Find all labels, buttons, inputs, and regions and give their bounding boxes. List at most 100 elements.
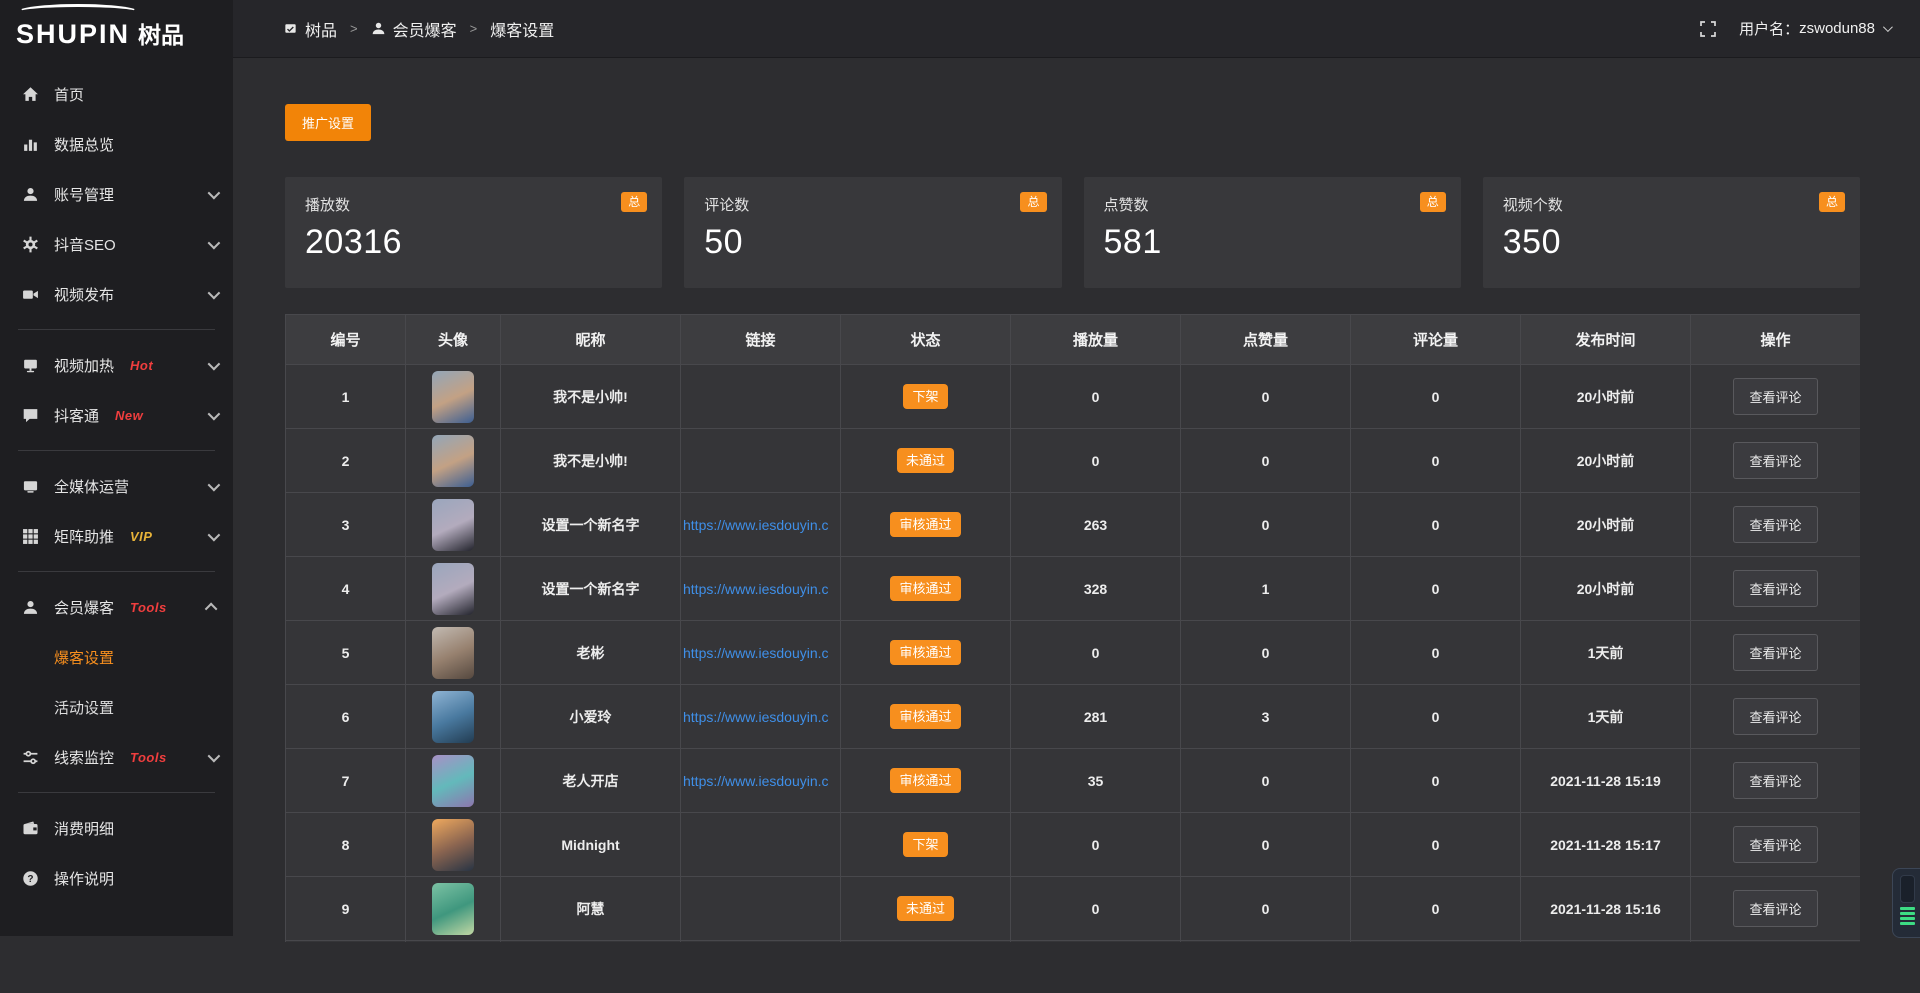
sidebar-menu: 首页数据总览账号管理抖音SEO视频发布视频加热Hot抖客通New 全媒体运营矩阵助…: [0, 63, 233, 903]
sidebar-item-2[interactable]: 账号管理: [0, 169, 233, 219]
sidebar-item-16[interactable]: ?操作说明: [0, 853, 233, 903]
time-cell: 20小时前: [1521, 429, 1691, 493]
accounts-table: 编号头像昵称链接状态播放量点赞量评论量发布时间操作 1我不是小帅!下架00020…: [285, 314, 1860, 942]
time-cell: 2021-11-28 15:16: [1521, 877, 1691, 941]
action-cell: [1691, 941, 1861, 943]
profile-link[interactable]: https://www.iesdouyin.c: [683, 517, 829, 533]
table-row: 3设置一个新名字https://www.iesdouyin.c审核通过26300…: [286, 493, 1861, 557]
sidebar-item-7[interactable]: 抖客通New: [0, 390, 233, 440]
sidebar-item-15[interactable]: 消费明细: [0, 803, 233, 853]
profile-link[interactable]: https://www.iesdouyin.c: [683, 773, 829, 789]
sidebar-item-12[interactable]: 会员爆客Tools: [0, 582, 233, 632]
avatar: [432, 563, 474, 615]
nickname-cell: 老人开店: [501, 749, 681, 813]
table-row: 1我不是小帅!下架00020小时前查看评论: [286, 365, 1861, 429]
plays-cell: 0: [1011, 429, 1181, 493]
sidebar-item-10[interactable]: 矩阵助推VIP: [0, 511, 233, 561]
row-id-cell: 8: [286, 813, 406, 877]
video-icon: [22, 286, 39, 303]
stat-label: 评论数: [704, 194, 1041, 215]
link-cell: https://www.iesdouyin.c: [681, 621, 841, 685]
profile-link[interactable]: https://www.iesdouyin.c: [683, 581, 829, 597]
view-comments-button[interactable]: 查看评论: [1733, 378, 1817, 415]
sidebar-subitem[interactable]: 爆客设置: [0, 632, 233, 682]
nickname-cell: 我不是小帅!: [501, 429, 681, 493]
chevron-up-icon: [205, 602, 218, 615]
fullscreen-icon[interactable]: [1699, 20, 1717, 38]
link-cell: [681, 877, 841, 941]
profile-link[interactable]: https://www.iesdouyin.c: [683, 645, 829, 661]
comments-cell: 0: [1351, 813, 1521, 877]
home-icon: [22, 86, 39, 103]
chevron-down-icon: [208, 528, 221, 541]
avatar: [432, 371, 474, 423]
view-comments-button[interactable]: 查看评论: [1733, 634, 1817, 671]
link-cell: https://www.iesdouyin.c: [681, 493, 841, 557]
chevron-down-icon: [208, 236, 221, 249]
status-cell: 审核通过: [841, 621, 1011, 685]
view-comments-button[interactable]: 查看评论: [1733, 570, 1817, 607]
nickname-cell: 小爱玲: [501, 685, 681, 749]
column-header: 播放量: [1011, 315, 1181, 365]
sidebar-item-label: 抖客通: [54, 405, 99, 426]
sidebar-item-4[interactable]: 视频发布: [0, 269, 233, 319]
widget-slot: [1900, 875, 1915, 903]
sidebar-item-6[interactable]: 视频加热Hot: [0, 340, 233, 390]
time-cell: 1天前: [1521, 621, 1691, 685]
floating-monitor-widget[interactable]: [1892, 868, 1920, 938]
sidebar-item-9[interactable]: 全媒体运营: [0, 461, 233, 511]
breadcrumb-label: 树品: [305, 17, 337, 41]
plays-cell: 0: [1011, 813, 1181, 877]
sliders-icon: [22, 749, 39, 766]
profile-link[interactable]: https://www.iesdouyin.c: [683, 709, 829, 725]
sidebar-item-label: 操作说明: [54, 868, 114, 889]
link-cell: https://www.iesdouyin.c: [681, 685, 841, 749]
total-badge: 总: [1020, 192, 1046, 212]
status-cell: 审核通过: [841, 749, 1011, 813]
stat-card-3: 视频个数350总: [1483, 177, 1860, 288]
app-logo[interactable]: SHUPIN 树品: [0, 0, 233, 63]
view-comments-button[interactable]: 查看评论: [1733, 698, 1817, 735]
plays-cell: 0: [1011, 877, 1181, 941]
view-comments-button[interactable]: 查看评论: [1733, 506, 1817, 543]
table-row: [286, 941, 1861, 943]
sidebar-item-3[interactable]: 抖音SEO: [0, 219, 233, 269]
table-row: 5老彬https://www.iesdouyin.c审核通过0001天前查看评论: [286, 621, 1861, 685]
link-cell: [681, 813, 841, 877]
column-header: 链接: [681, 315, 841, 365]
status-badge: 下架: [903, 384, 947, 409]
sidebar-item-1[interactable]: 数据总览: [0, 119, 233, 169]
stat-label: 播放数: [305, 194, 642, 215]
breadcrumb-item-0[interactable]: 树品: [283, 17, 337, 41]
user-menu[interactable]: 用户名：zswodun88: [1739, 18, 1890, 39]
view-comments-button[interactable]: 查看评论: [1733, 762, 1817, 799]
action-cell: 查看评论: [1691, 557, 1861, 621]
sidebar-item-tag: Tools: [130, 750, 167, 765]
sidebar-subitem[interactable]: 活动设置: [0, 682, 233, 732]
view-comments-button[interactable]: 查看评论: [1733, 890, 1817, 927]
nickname-cell: [501, 941, 681, 943]
action-cell: 查看评论: [1691, 429, 1861, 493]
promo-settings-button[interactable]: 推广设置: [285, 104, 371, 141]
time-cell: 1天前: [1521, 685, 1691, 749]
comments-cell: 0: [1351, 877, 1521, 941]
sidebar-item-13[interactable]: 线索监控Tools: [0, 732, 233, 782]
row-id-cell: [286, 941, 406, 943]
accounts-table-wrap: 编号头像昵称链接状态播放量点赞量评论量发布时间操作 1我不是小帅!下架00020…: [285, 314, 1860, 942]
column-header: 评论量: [1351, 315, 1521, 365]
chevron-down-icon: [208, 286, 221, 299]
topbar: 树品>会员爆客>爆客设置 用户名：zswodun88: [233, 0, 1920, 58]
status-cell: 未通过: [841, 877, 1011, 941]
link-cell: [681, 365, 841, 429]
likes-cell: 0: [1181, 429, 1351, 493]
view-comments-button[interactable]: 查看评论: [1733, 826, 1817, 863]
breadcrumb-item-2[interactable]: 爆客设置: [490, 17, 554, 41]
table-row: 8Midnight下架0002021-11-28 15:17查看评论: [286, 813, 1861, 877]
column-header: 昵称: [501, 315, 681, 365]
total-badge: 总: [1819, 192, 1845, 212]
sidebar-item-0[interactable]: 首页: [0, 69, 233, 119]
link-cell: [681, 429, 841, 493]
view-comments-button[interactable]: 查看评论: [1733, 442, 1817, 479]
status-badge: 审核通过: [890, 576, 960, 601]
breadcrumb-item-1[interactable]: 会员爆客: [371, 17, 457, 41]
